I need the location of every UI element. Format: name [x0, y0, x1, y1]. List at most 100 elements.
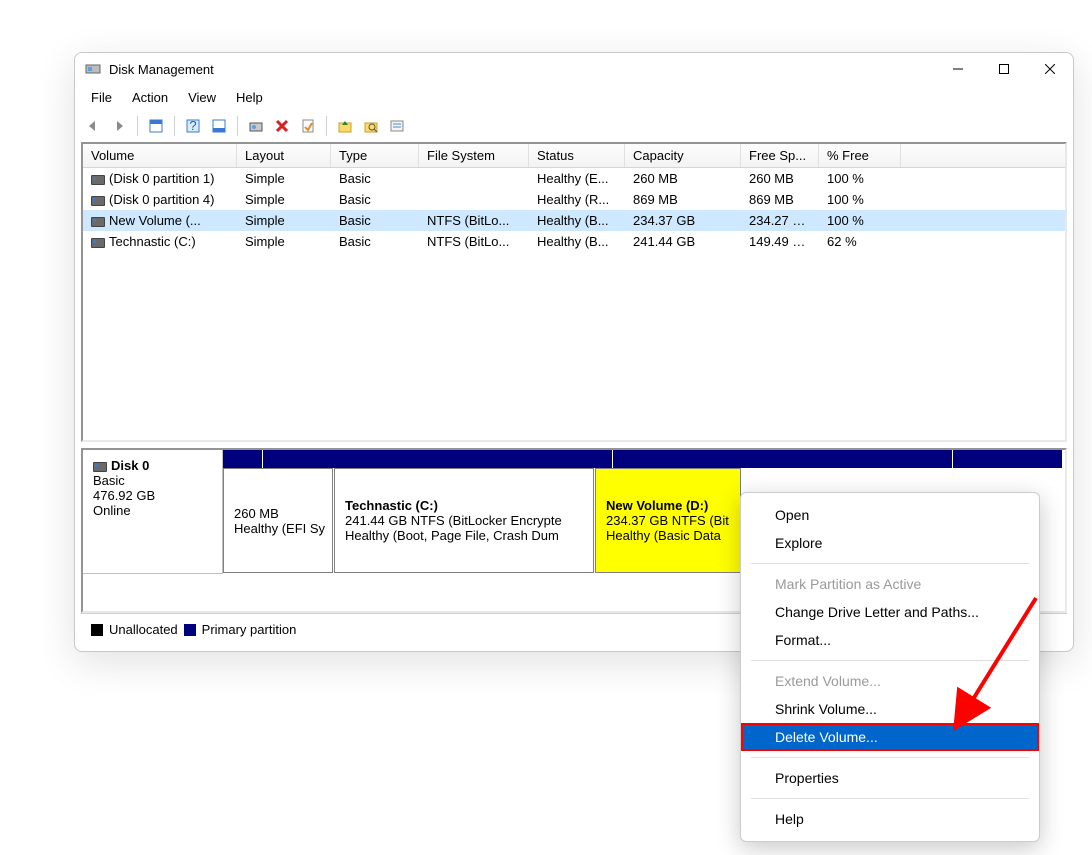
back-button[interactable]	[81, 114, 105, 138]
menu-view[interactable]: View	[178, 87, 226, 108]
cell	[419, 170, 529, 187]
forward-button[interactable]	[107, 114, 131, 138]
volume-list: Volume Layout Type File System Status Ca…	[81, 142, 1067, 442]
disk-size: 476.92 GB	[93, 488, 212, 503]
toolbar-separator	[174, 116, 175, 136]
partition-desc: 241.44 GB NTFS (BitLocker Encrypte	[345, 513, 583, 528]
volume-row[interactable]: New Volume (...SimpleBasicNTFS (BitLo...…	[83, 210, 1065, 231]
delete-icon[interactable]	[270, 114, 294, 138]
cell: Simple	[237, 170, 331, 187]
legend-primary: Primary partition	[202, 622, 297, 637]
cell: 100 %	[819, 191, 901, 208]
col-pctfree[interactable]: % Free	[819, 144, 901, 167]
menu-item-properties[interactable]: Properties	[741, 764, 1039, 792]
maximize-button[interactable]	[981, 53, 1027, 85]
cell	[419, 191, 529, 208]
col-capacity[interactable]: Capacity	[625, 144, 741, 167]
refresh-icon[interactable]	[244, 114, 268, 138]
volume-row[interactable]: Technastic (C:)SimpleBasicNTFS (BitLo...…	[83, 231, 1065, 252]
cell: (Disk 0 partition 4)	[83, 191, 237, 208]
close-button[interactable]	[1027, 53, 1073, 85]
cell: 62 %	[819, 233, 901, 250]
menubar: File Action View Help	[75, 85, 1073, 112]
menu-separator	[751, 660, 1029, 661]
svg-text:?: ?	[189, 118, 196, 133]
volume-row[interactable]: (Disk 0 partition 4)SimpleBasicHealthy (…	[83, 189, 1065, 210]
disk-info[interactable]: Disk 0 Basic 476.92 GB Online	[83, 450, 223, 574]
cell: 149.49 GB	[741, 233, 819, 250]
menu-action[interactable]: Action	[122, 87, 178, 108]
col-volume[interactable]: Volume	[83, 144, 237, 167]
search-icon[interactable]	[359, 114, 383, 138]
partition-box[interactable]: Technastic (C:)241.44 GB NTFS (BitLocker…	[334, 468, 594, 573]
menu-item-delete-volume[interactable]: Delete Volume...	[741, 723, 1039, 751]
col-free[interactable]: Free Sp...	[741, 144, 819, 167]
cell: Simple	[237, 191, 331, 208]
cell: Healthy (R...	[529, 191, 625, 208]
volume-icon	[91, 238, 105, 248]
cell: 234.27 GB	[741, 212, 819, 229]
menu-separator	[751, 563, 1029, 564]
minimize-button[interactable]	[935, 53, 981, 85]
cell: 100 %	[819, 170, 901, 187]
disk-name: Disk 0	[111, 458, 149, 473]
col-status[interactable]: Status	[529, 144, 625, 167]
cell: Simple	[237, 233, 331, 250]
partition-box[interactable]: New Volume (D:)234.37 GB NTFS (BitHealth…	[595, 468, 741, 573]
help-icon[interactable]: ?	[181, 114, 205, 138]
cell: Simple	[237, 212, 331, 229]
context-menu[interactable]: OpenExploreMark Partition as ActiveChang…	[740, 492, 1040, 842]
unallocated-swatch	[91, 624, 103, 636]
menu-separator	[751, 798, 1029, 799]
menu-item-extend-volume: Extend Volume...	[741, 667, 1039, 695]
partition-desc: 260 MB	[234, 506, 322, 521]
properties-icon[interactable]	[296, 114, 320, 138]
menu-item-help[interactable]: Help	[741, 805, 1039, 833]
volume-list-header: Volume Layout Type File System Status Ca…	[83, 144, 1065, 168]
cell: Basic	[331, 233, 419, 250]
col-type[interactable]: Type	[331, 144, 419, 167]
volume-row[interactable]: (Disk 0 partition 1)SimpleBasicHealthy (…	[83, 168, 1065, 189]
partition-box[interactable]: 260 MBHealthy (EFI Sy	[223, 468, 333, 573]
menu-file[interactable]: File	[81, 87, 122, 108]
titlebar: Disk Management	[75, 53, 1073, 85]
disk-type: Basic	[93, 473, 212, 488]
toolbar-separator	[326, 116, 327, 136]
settings-list-icon[interactable]	[385, 114, 409, 138]
menu-item-shrink-volume[interactable]: Shrink Volume...	[741, 695, 1039, 723]
cell: 869 MB	[741, 191, 819, 208]
cell: 234.37 GB	[625, 212, 741, 229]
partition-bar-segment	[953, 450, 1063, 468]
cell: 241.44 GB	[625, 233, 741, 250]
cell: New Volume (...	[83, 212, 237, 229]
volume-icon	[91, 196, 105, 206]
primary-swatch	[184, 624, 196, 636]
partition-status: Healthy (EFI Sy	[234, 521, 322, 536]
menu-item-explore[interactable]: Explore	[741, 529, 1039, 557]
view-top-icon[interactable]	[144, 114, 168, 138]
partition-status: Healthy (Boot, Page File, Crash Dum	[345, 528, 583, 543]
menu-item-change-drive-letter-and-paths[interactable]: Change Drive Letter and Paths...	[741, 598, 1039, 626]
menu-item-format[interactable]: Format...	[741, 626, 1039, 654]
partition-name: New Volume (D:)	[606, 498, 730, 513]
cell: 260 MB	[741, 170, 819, 187]
toolbar: ?	[75, 112, 1073, 142]
menu-item-open[interactable]: Open	[741, 501, 1039, 529]
window-title: Disk Management	[109, 62, 935, 77]
cell: (Disk 0 partition 1)	[83, 170, 237, 187]
partition-name: Technastic (C:)	[345, 498, 583, 513]
cell: 100 %	[819, 212, 901, 229]
menu-help[interactable]: Help	[226, 87, 273, 108]
col-layout[interactable]: Layout	[237, 144, 331, 167]
disk-status: Online	[93, 503, 212, 518]
disk-icon	[93, 462, 107, 472]
col-filesystem[interactable]: File System	[419, 144, 529, 167]
cell: Healthy (B...	[529, 233, 625, 250]
cell: Basic	[331, 170, 419, 187]
partition-desc: 234.37 GB NTFS (Bit	[606, 513, 730, 528]
view-bottom-icon[interactable]	[207, 114, 231, 138]
toolbar-separator	[137, 116, 138, 136]
app-icon	[85, 61, 101, 77]
folder-up-icon[interactable]	[333, 114, 357, 138]
partition-bar-segment	[263, 450, 613, 468]
